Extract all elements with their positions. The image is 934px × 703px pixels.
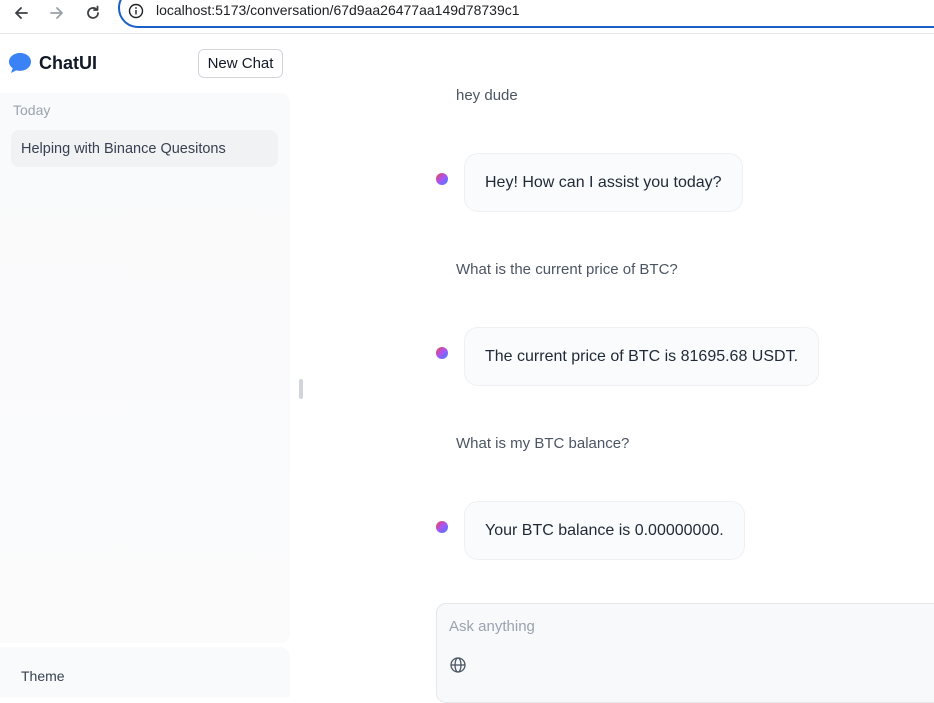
theme-toggle[interactable]: Theme: [21, 668, 65, 684]
new-chat-button[interactable]: New Chat: [198, 49, 283, 78]
user-message: hey dude: [456, 87, 518, 104]
user-message: What is the current price of BTC?: [456, 261, 678, 278]
globe-icon[interactable]: [449, 656, 467, 674]
history-group-label: Today: [13, 102, 51, 118]
conversation-history-panel: [0, 93, 290, 643]
assistant-avatar: [436, 347, 448, 359]
info-icon[interactable]: [128, 3, 144, 19]
user-message: What is my BTC balance?: [456, 435, 630, 452]
app-title: ChatUI: [39, 53, 97, 73]
conversation-item[interactable]: Helping with Binance Quesitons: [11, 130, 278, 167]
assistant-avatar: [436, 521, 448, 533]
url-text[interactable]: localhost:5173/conversation/67d9aa26477a…: [156, 2, 520, 18]
assistant-message: The current price of BTC is 81695.68 USD…: [464, 327, 820, 386]
assistant-avatar: [436, 173, 448, 185]
forward-icon[interactable]: [46, 2, 68, 24]
message-input[interactable]: [449, 615, 919, 637]
assistant-message: Hey! How can I assist you today?: [464, 153, 743, 212]
chat-bubble-icon: [8, 52, 32, 74]
browser-toolbar: localhost:5173/conversation/67d9aa26477a…: [0, 0, 934, 34]
reload-icon[interactable]: [82, 2, 104, 24]
assistant-message: Your BTC balance is 0.00000000.: [464, 501, 745, 560]
back-icon[interactable]: [10, 2, 32, 24]
sidebar-resize-handle[interactable]: [299, 379, 303, 399]
